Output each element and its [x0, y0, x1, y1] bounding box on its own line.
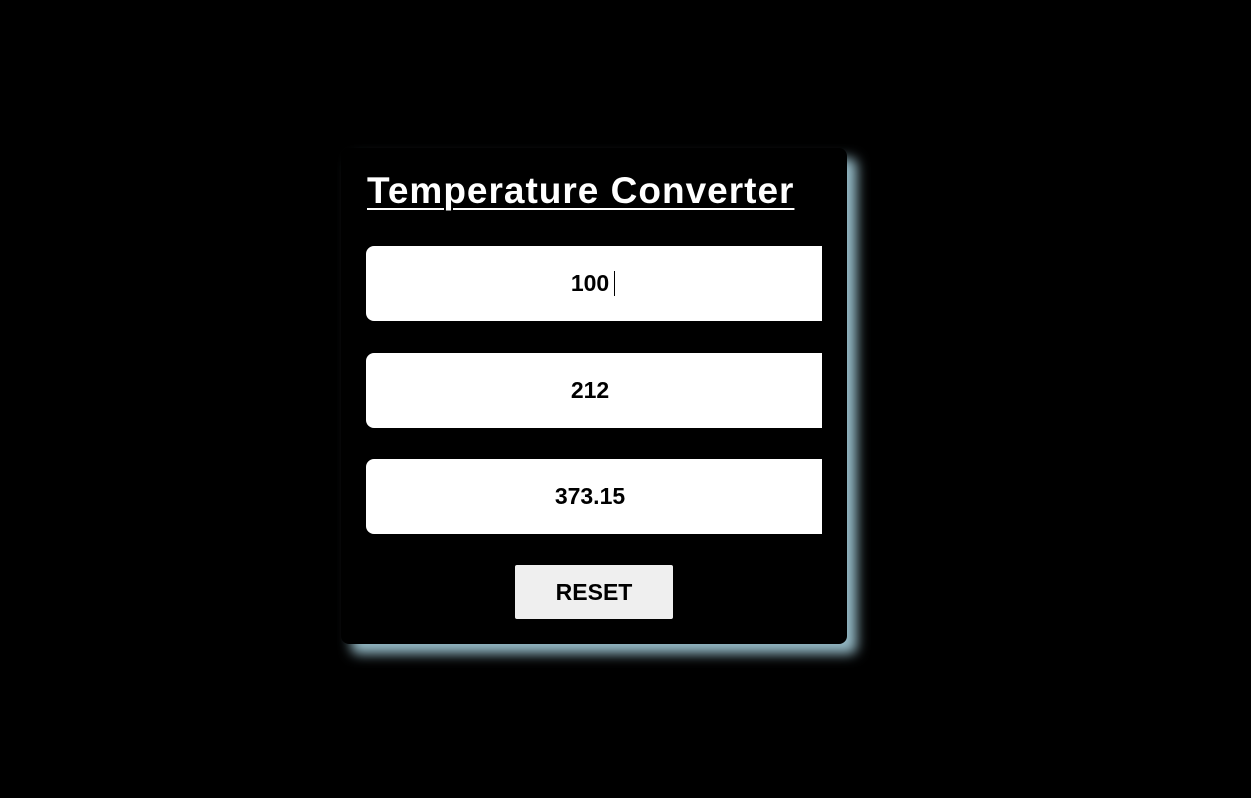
celsius-input[interactable]: [366, 246, 822, 321]
kelvin-input[interactable]: [366, 459, 822, 534]
page-title: Temperature Converter: [367, 170, 795, 211]
reset-button[interactable]: RESET: [515, 565, 673, 619]
fahrenheit-input[interactable]: [366, 353, 822, 428]
text-cursor: [614, 271, 615, 296]
converter-card: Temperature Converter RESET: [341, 148, 847, 644]
